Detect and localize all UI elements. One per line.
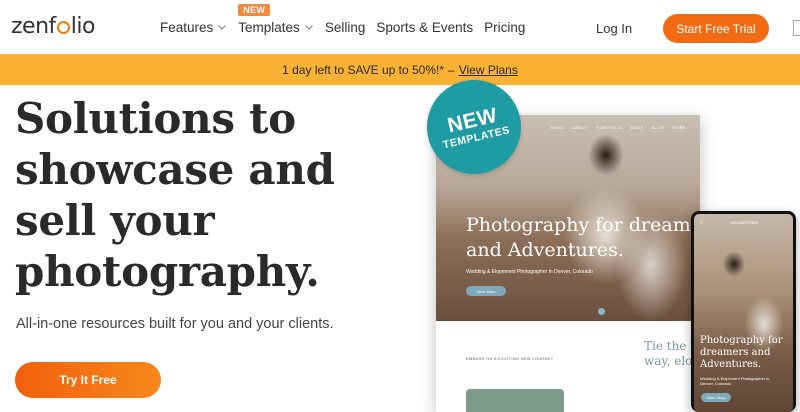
- hero-title-line: showcase and: [15, 145, 335, 194]
- hero-title: Solutions to showcase and sell your phot…: [15, 93, 415, 297]
- hero-title-line: sell your: [15, 196, 215, 245]
- preview-nav-item: BOOK: [630, 125, 644, 130]
- promo-separator: –: [448, 62, 455, 77]
- site-header: zenf lio Features NEW Templates Selling S…: [0, 0, 800, 54]
- side-feedback-tab[interactable]: [793, 20, 800, 36]
- phone-tagline: Wedding & Elopement Photographer in Denv…: [700, 376, 770, 386]
- phone-headline: Photography for dreamers and Adventures.: [700, 335, 783, 371]
- start-free-trial-button[interactable]: Start Free Trial: [663, 14, 769, 43]
- preview-headline: Photography for dreamers and Adventures.: [466, 213, 700, 263]
- chevron-down-icon: [304, 22, 314, 32]
- promo-bar: 1 day left to SAVE up to 50%!* – View Pl…: [0, 54, 800, 85]
- hero-title-line: Solutions to: [15, 94, 296, 143]
- hero-subtitle: All-in-one resources built for you and y…: [16, 316, 334, 332]
- preview-nav: HOME ABOUT PORTFOLIO BOOK BLOG MORE: [550, 125, 686, 130]
- new-badge: NEW: [238, 4, 271, 16]
- preview-nav-item: BLOG: [651, 125, 665, 130]
- phone-brand: WANDERTHEE: [730, 220, 759, 225]
- phone-headline-line: Photography for: [700, 335, 783, 346]
- preview-nav-item: PORTFOLIO: [595, 125, 623, 130]
- phone-headline-line: dreamers and: [700, 347, 771, 358]
- preview-view-story-button: View Story: [466, 286, 506, 296]
- hero-title-line: photography.: [15, 247, 320, 296]
- phone-screen: ≡ WANDERTHEE Photography for dreamers an…: [694, 214, 793, 412]
- phone-topbar: ≡ WANDERTHEE: [694, 220, 793, 225]
- preview-headline-line: Photography for dreamers: [466, 214, 700, 236]
- zenfolio-logo[interactable]: zenf lio: [11, 14, 95, 39]
- chevron-down-icon: [217, 22, 227, 32]
- preview-headline-line: and Adventures.: [466, 239, 624, 261]
- preview-nav-item: MORE: [672, 125, 686, 130]
- nav-label: Features: [160, 20, 214, 35]
- nav-item-features[interactable]: Features: [160, 20, 227, 35]
- preview-nav-item: HOME: [550, 125, 565, 130]
- phone-headline-line: Adventures.: [700, 359, 762, 370]
- hamburger-icon: ≡: [700, 220, 703, 225]
- try-it-free-button[interactable]: Try It Free: [15, 362, 161, 398]
- main-nav: Features NEW Templates Selling Sports & …: [160, 4, 536, 35]
- nav-label: Sports & Events: [376, 20, 474, 35]
- phone-template-preview: ≡ WANDERTHEE Photography for dreamers an…: [691, 211, 796, 412]
- phone-view-story-button: View Story: [701, 393, 731, 402]
- nav-label: Templates: [238, 20, 300, 35]
- preview-embark-text: EMBARK ON A EXCITING NEW JOURNEY: [466, 356, 554, 361]
- login-link[interactable]: Log In: [596, 21, 632, 36]
- nav-item-templates[interactable]: NEW Templates: [238, 4, 314, 35]
- preview-scroll-dot: [598, 308, 605, 315]
- nav-item-selling[interactable]: Selling: [325, 20, 366, 35]
- nav-item-sports-events[interactable]: Sports & Events: [376, 20, 473, 35]
- preview-nav-item: ABOUT: [572, 125, 588, 130]
- preview-thumbnail: [466, 389, 564, 412]
- nav-label: Pricing: [484, 20, 526, 35]
- nav-label: Selling: [324, 20, 366, 35]
- nav-item-pricing[interactable]: Pricing: [484, 20, 525, 35]
- view-plans-link[interactable]: View Plans: [459, 63, 518, 77]
- promo-message: 1 day left to SAVE up to 50%!*: [282, 62, 445, 77]
- preview-tagline: Wedding & Elopement Photographer in Denv…: [466, 269, 593, 275]
- logo-o-ring-icon: [56, 21, 70, 34]
